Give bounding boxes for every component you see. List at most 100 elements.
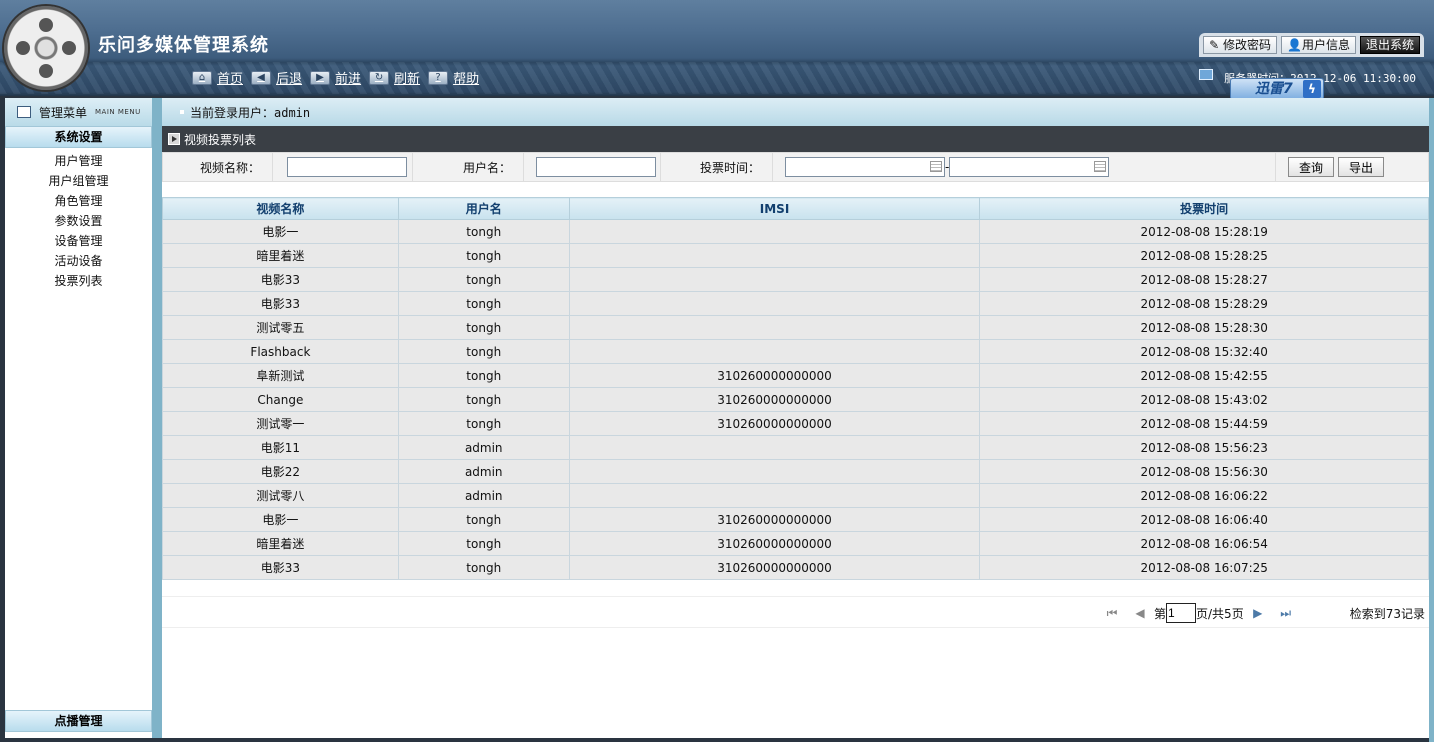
table-cell bbox=[568, 339, 981, 364]
column-header[interactable]: 投票时间 bbox=[979, 197, 1429, 220]
user-info-button[interactable]: 👤用户信息 bbox=[1281, 36, 1356, 54]
table-row[interactable]: 测试零八 admin 2012-08-08 16:06:22 bbox=[162, 483, 1429, 508]
query-button[interactable]: 查询 bbox=[1288, 157, 1335, 177]
user-name-input-cell bbox=[524, 153, 661, 181]
sidebar-item[interactable]: 参数设置 bbox=[5, 211, 152, 231]
end-date-wrap bbox=[949, 157, 1110, 177]
nav-back[interactable]: ◀ 后退 bbox=[251, 68, 302, 87]
table-row[interactable]: 电影33 tongh 2012-08-08 15:28:27 bbox=[162, 267, 1429, 292]
table-header-row: 视频名称 用户名 IMSI 投票时间 bbox=[162, 197, 1429, 220]
column-header[interactable]: 用户名 bbox=[397, 197, 570, 220]
table-cell: 2012-08-08 15:56:30 bbox=[979, 459, 1429, 484]
table-cell: 2012-08-08 15:42:55 bbox=[979, 363, 1429, 388]
table-row[interactable]: 电影22 admin 2012-08-08 15:56:30 bbox=[162, 459, 1429, 484]
nav-home[interactable]: ⌂ 首页 bbox=[192, 68, 243, 87]
table-row[interactable]: 电影33 tongh 310260000000000 2012-08-08 16:07… bbox=[162, 555, 1429, 580]
end-date-input[interactable] bbox=[949, 157, 1110, 177]
calendar-icon[interactable] bbox=[930, 161, 942, 172]
column-header[interactable]: IMSI bbox=[568, 197, 981, 220]
main-content: 当前登录用户：admin 视频投票列表 视频名称： 用户名： 投票时间： - 查… bbox=[162, 98, 1429, 738]
table-row[interactable]: Flashback tongh 2012-08-08 15:32:40 bbox=[162, 339, 1429, 364]
table-cell: 2012-08-08 15:28:30 bbox=[979, 315, 1429, 340]
user-name-label-cell: 用户名： bbox=[413, 153, 524, 181]
table-cell: admin bbox=[397, 483, 570, 508]
table-cell: admin bbox=[397, 459, 570, 484]
table-cell: tongh bbox=[397, 507, 570, 532]
sidebar-item[interactable]: 投票列表 bbox=[5, 271, 152, 291]
table-cell: 310260000000000 bbox=[568, 507, 981, 532]
column-header[interactable]: 视频名称 bbox=[162, 197, 399, 220]
table-cell: 测试零五 bbox=[162, 315, 399, 340]
sidebar-items: 用户管理 用户组管理 角色管理 参数设置 设备管理 活动设备 投票列表 bbox=[5, 148, 152, 291]
last-page-icon[interactable]: ⏭ bbox=[1280, 606, 1292, 620]
search-bar: 视频名称： 用户名： 投票时间： - 查询 导出 bbox=[162, 152, 1429, 182]
table-cell: 310260000000000 bbox=[568, 411, 981, 436]
header: 乐问多媒体管理系统 ⌂ 首页 ◀ 后退 ▶ 前进 ↻ 刷新? 帮助 ✎ 修改密码 👤用户信息 退… bbox=[0, 0, 1434, 96]
table-cell: 2012-08-08 15:28:27 bbox=[979, 267, 1429, 292]
nav-forward[interactable]: ▶ 前进 bbox=[310, 68, 361, 87]
calendar-icon[interactable] bbox=[1094, 161, 1107, 172]
table-row[interactable]: 电影33 tongh 2012-08-08 15:28:29 bbox=[162, 291, 1429, 316]
table-cell: tongh bbox=[397, 411, 570, 436]
menu-icon bbox=[17, 106, 31, 118]
table-cell: 2012-08-08 15:28:25 bbox=[979, 243, 1429, 268]
section-title-bar: 视频投票列表 bbox=[162, 126, 1429, 152]
sidebar-item[interactable]: 用户组管理 bbox=[5, 171, 152, 191]
bullet-icon bbox=[180, 110, 184, 114]
first-page-icon[interactable]: ⏮ bbox=[1106, 606, 1118, 620]
table-row[interactable]: 测试零五 tongh 2012-08-08 15:28:30 bbox=[162, 315, 1429, 340]
table-body: 电影一 tongh 2012-08-08 15:28:19 暗里着迷 tongh 2012… bbox=[162, 219, 1429, 580]
table-cell: tongh bbox=[397, 555, 570, 580]
home-icon: ⌂ bbox=[192, 70, 212, 85]
user-name-input[interactable] bbox=[536, 157, 656, 177]
start-date-input[interactable] bbox=[785, 157, 945, 177]
table-cell: tongh bbox=[397, 387, 570, 412]
table-cell: tongh bbox=[397, 267, 570, 292]
sidebar-item[interactable]: 活动设备 bbox=[5, 251, 152, 271]
sidebar-item[interactable]: 角色管理 bbox=[5, 191, 152, 211]
table-row[interactable]: 暗里着迷 tongh 2012-08-08 15:28:25 bbox=[162, 243, 1429, 268]
sidebar-item[interactable]: 用户管理 bbox=[5, 151, 152, 171]
logout-button[interactable]: 退出系统 bbox=[1359, 36, 1420, 54]
vote-time-label: 投票时间： bbox=[699, 160, 760, 175]
lightning-icon: ϟ bbox=[1303, 80, 1321, 98]
sidebar-section-vod[interactable]: 点播管理 bbox=[5, 710, 152, 732]
vote-time-label-cell: 投票时间： bbox=[661, 153, 773, 181]
start-date-wrap bbox=[785, 157, 945, 177]
page-number-input[interactable] bbox=[1166, 603, 1197, 623]
page-prefix: 第 bbox=[1154, 606, 1167, 621]
current-user: 当前登录用户：admin bbox=[190, 105, 311, 120]
prev-page-icon[interactable]: ◀ bbox=[1134, 606, 1146, 620]
table-row[interactable]: 电影一 tongh 2012-08-08 15:28:19 bbox=[162, 219, 1429, 244]
table-row[interactable]: 阜新测试 tongh 310260000000000 2012-08-08 15:42… bbox=[162, 363, 1429, 388]
play-icon bbox=[168, 133, 180, 145]
table-row[interactable]: 电影11 admin 2012-08-08 15:56:23 bbox=[162, 435, 1429, 460]
table-row[interactable]: 测试零一 tongh 310260000000000 2012-08-08 15:44… bbox=[162, 411, 1429, 436]
vote-table: 视频名称 用户名 IMSI 投票时间 电影一 tongh 2012-08-08 15:28… bbox=[162, 197, 1429, 580]
sidebar-item[interactable]: 设备管理 bbox=[5, 231, 152, 251]
section-title: 视频投票列表 bbox=[184, 132, 257, 147]
video-name-input[interactable] bbox=[287, 157, 407, 177]
export-button[interactable]: 导出 bbox=[1338, 157, 1385, 177]
video-name-input-cell bbox=[273, 153, 413, 181]
table-row[interactable]: 暗里着迷 tongh 310260000000000 2012-08-08 16:06… bbox=[162, 531, 1429, 556]
xunlei-floating-badge[interactable]: 迅雷7 ϟ bbox=[1230, 78, 1324, 100]
table-cell: tongh bbox=[397, 291, 570, 316]
user-info-label: 用户信息 bbox=[1301, 38, 1350, 52]
nav-refresh[interactable]: ↻ 刷新 bbox=[369, 68, 420, 87]
change-password-label: 修改密码 bbox=[1223, 38, 1272, 52]
table-cell: 2012-08-08 15:28:29 bbox=[979, 291, 1429, 316]
table-cell: 电影33 bbox=[162, 267, 399, 292]
table-row[interactable]: Change tongh 310260000000000 2012-08-08 15:… bbox=[162, 387, 1429, 412]
table-row[interactable]: 电影一 tongh 310260000000000 2012-08-08 16:06:… bbox=[162, 507, 1429, 532]
nav-help[interactable]: ? 帮助 bbox=[428, 68, 479, 87]
login-bar: 当前登录用户：admin bbox=[162, 98, 1429, 126]
table-cell: 2012-08-08 16:06:40 bbox=[979, 507, 1429, 532]
table-cell bbox=[568, 267, 981, 292]
table-cell bbox=[568, 243, 981, 268]
next-page-icon[interactable]: ▶ bbox=[1252, 606, 1264, 620]
video-name-label: 视频名称： bbox=[199, 160, 260, 175]
table-cell bbox=[568, 291, 981, 316]
sidebar-section-system[interactable]: 系统设置 bbox=[5, 126, 152, 148]
change-password-button[interactable]: ✎ 修改密码 bbox=[1203, 36, 1278, 54]
